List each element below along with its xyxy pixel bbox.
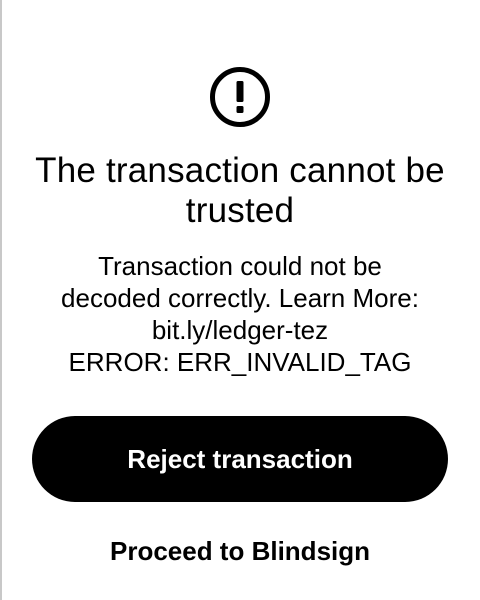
message-line: Transaction could not be (98, 251, 382, 281)
blindsign-warning-screen: The transaction cannot be trusted Transa… (0, 0, 480, 600)
message-line: decoded correctly. Learn More: (61, 283, 419, 313)
exclamation-circle-icon (209, 66, 271, 128)
reject-transaction-button[interactable]: Reject transaction (32, 416, 448, 502)
page-title: The transaction cannot be trusted (35, 151, 445, 230)
learn-more-link-text: bit.ly/ledger-tez (151, 315, 329, 345)
error-message: Transaction could not be decoded correct… (18, 250, 462, 378)
proceed-to-blindsign-button[interactable]: Proceed to Blindsign (40, 533, 440, 569)
error-code: ERROR: ERR_INVALID_TAG (68, 347, 412, 377)
